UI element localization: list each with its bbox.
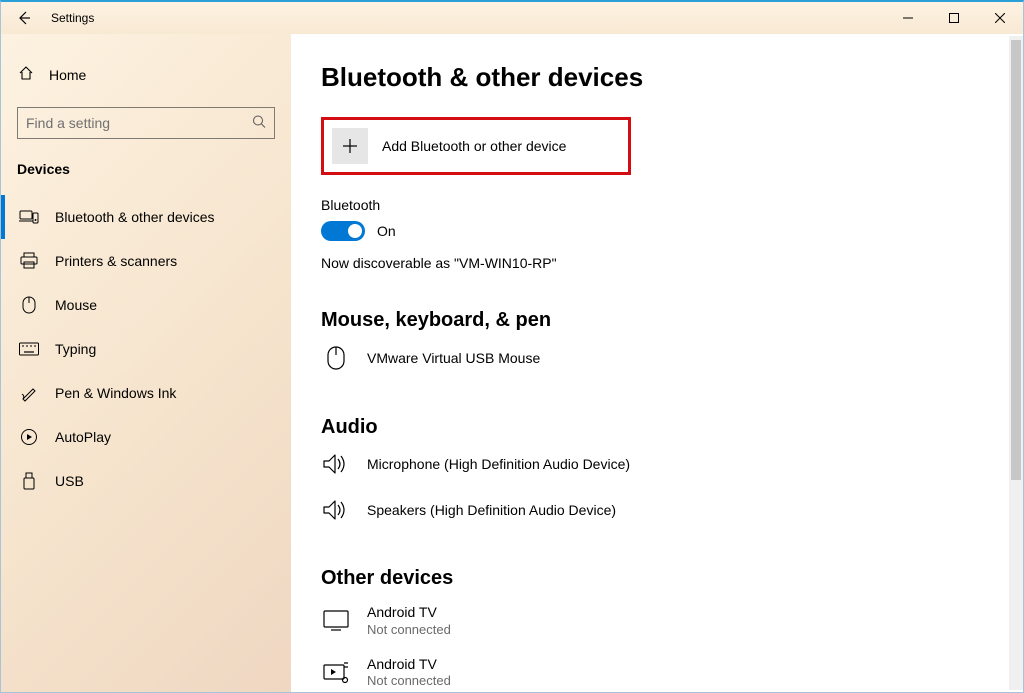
sidebar-item-label: Typing (55, 341, 96, 357)
maximize-icon (949, 13, 959, 23)
bluetooth-toggle[interactable] (321, 221, 365, 241)
sidebar-item-label: USB (55, 473, 84, 489)
device-label: Speakers (High Definition Audio Device) (367, 502, 616, 518)
device-item[interactable]: Android TV Not connected (321, 598, 989, 650)
tv-icon (321, 610, 351, 632)
pen-icon (19, 384, 39, 402)
device-status: Not connected (367, 673, 451, 689)
sidebar-item-label: Printers & scanners (55, 253, 177, 269)
speaker-icon (321, 453, 351, 475)
sidebar-item-printers[interactable]: Printers & scanners (1, 239, 291, 283)
device-item[interactable]: Microphone (High Definition Audio Device… (321, 447, 989, 493)
main-pane: Bluetooth & other devices Add Bluetooth … (291, 34, 1023, 692)
back-arrow-icon (16, 10, 32, 26)
main-content: Bluetooth & other devices Add Bluetooth … (291, 34, 1009, 692)
device-item[interactable]: VMware Virtual USB Mouse (321, 340, 989, 388)
add-device-label: Add Bluetooth or other device (382, 138, 566, 154)
page-title: Bluetooth & other devices (321, 62, 989, 93)
bluetooth-heading: Bluetooth (321, 197, 989, 213)
add-device-button[interactable]: Add Bluetooth or other device (321, 117, 631, 175)
media-device-icon (321, 662, 351, 684)
discoverable-text: Now discoverable as "VM-WIN10-RP" (321, 255, 989, 271)
titlebar: Settings (1, 2, 1023, 34)
window-controls (885, 2, 1023, 34)
scrollbar-thumb[interactable] (1011, 40, 1021, 480)
group-title: Audio (321, 416, 989, 439)
device-item[interactable]: Android TV Not connected (321, 650, 989, 692)
group-input: Mouse, keyboard, & pen VMware Virtual US… (321, 309, 989, 388)
bluetooth-toggle-row: On (321, 221, 989, 241)
device-label: Android TV (367, 604, 451, 622)
printer-icon (19, 252, 39, 270)
search-input[interactable] (18, 108, 240, 138)
sidebar-nav: Bluetooth & other devices Printers & sca… (1, 195, 291, 503)
device-item[interactable]: Speakers (High Definition Audio Device) (321, 493, 989, 539)
plus-icon (332, 128, 368, 164)
autoplay-icon (19, 428, 39, 446)
group-other: Other devices Android TV Not connected (321, 567, 989, 692)
group-audio: Audio Microphone (High Definition Audio … (321, 416, 989, 539)
close-icon (995, 13, 1005, 23)
sidebar-item-typing[interactable]: Typing (1, 327, 291, 371)
search-icon (252, 115, 266, 132)
sidebar-item-pen[interactable]: Pen & Windows Ink (1, 371, 291, 415)
minimize-button[interactable] (885, 2, 931, 34)
sidebar-item-label: Pen & Windows Ink (55, 385, 176, 401)
maximize-button[interactable] (931, 2, 977, 34)
laptop-speaker-icon (19, 209, 39, 225)
window-title: Settings (51, 11, 94, 25)
toggle-knob (348, 224, 362, 238)
sidebar-item-label: AutoPlay (55, 429, 111, 445)
close-button[interactable] (977, 2, 1023, 34)
device-label: Microphone (High Definition Audio Device… (367, 456, 630, 472)
sidebar-section-title: Devices (1, 139, 291, 185)
mouse-icon (19, 296, 39, 314)
scrollbar-track[interactable] (1009, 36, 1023, 690)
keyboard-icon (19, 342, 39, 356)
device-label: VMware Virtual USB Mouse (367, 350, 540, 366)
sidebar: Home Devices Bluetooth & other devices (1, 34, 291, 692)
sidebar-item-bluetooth[interactable]: Bluetooth & other devices (1, 195, 291, 239)
sidebar-item-label: Mouse (55, 297, 97, 313)
window-body: Home Devices Bluetooth & other devices (1, 34, 1023, 692)
mouse-icon (321, 346, 351, 370)
group-title: Other devices (321, 567, 989, 590)
device-status: Not connected (367, 622, 451, 638)
sidebar-item-usb[interactable]: USB (1, 459, 291, 503)
sidebar-item-autoplay[interactable]: AutoPlay (1, 415, 291, 459)
home-icon (17, 64, 35, 85)
sidebar-item-mouse[interactable]: Mouse (1, 283, 291, 327)
sidebar-item-label: Bluetooth & other devices (55, 209, 215, 225)
search-container (17, 107, 275, 139)
toggle-state-label: On (377, 223, 396, 239)
nav-home-label: Home (49, 67, 86, 83)
search-box[interactable] (17, 107, 275, 139)
settings-window: Settings Home (0, 0, 1024, 693)
nav-home[interactable]: Home (1, 56, 291, 93)
back-button[interactable] (1, 2, 47, 34)
speaker-icon (321, 499, 351, 521)
minimize-icon (903, 13, 913, 23)
usb-icon (19, 472, 39, 490)
group-title: Mouse, keyboard, & pen (321, 309, 989, 332)
device-label: Android TV (367, 656, 451, 674)
